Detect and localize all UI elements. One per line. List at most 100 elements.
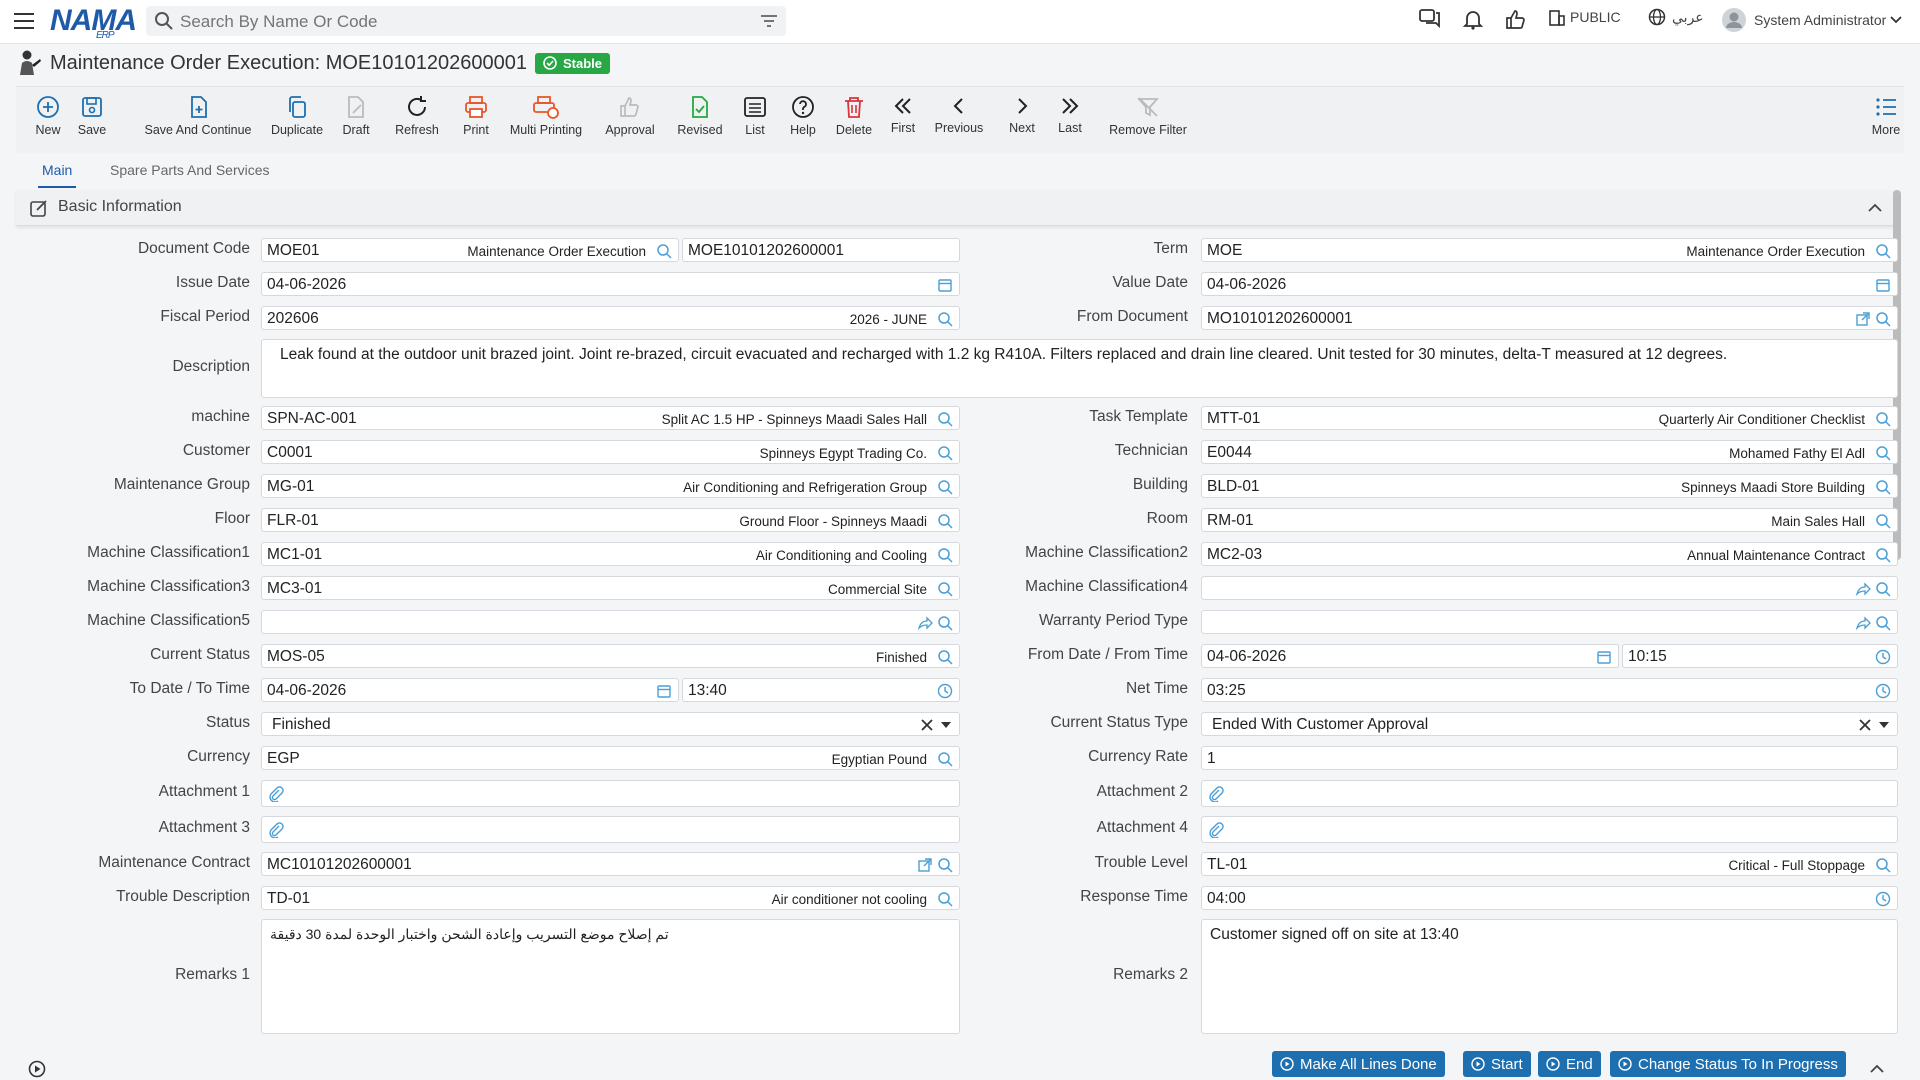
remarks2-textarea[interactable]: Customer signed off on site at 13:40 [1201,919,1898,1034]
visibility-selector[interactable]: PUBLIC [1548,8,1621,26]
remove-filter-button[interactable]: Remove Filter [1098,95,1198,137]
lookup-icon[interactable] [937,513,953,529]
task-template-field[interactable]: MTT-01 Quarterly Air Conditioner Checklis… [1201,406,1898,430]
revised-button[interactable]: Revised [662,95,738,137]
start-button[interactable]: Start [1463,1051,1531,1077]
attachment4-field[interactable] [1201,816,1898,843]
from-document-field[interactable]: MO10101202600001 [1201,306,1898,330]
machine-field[interactable]: SPN-AC-001 Split AC 1.5 HP - Spinneys Maa… [261,406,960,430]
delete-button[interactable]: Delete [824,95,884,137]
mc1-field[interactable]: MC1-01 Air Conditioning and Cooling [261,542,960,566]
clock-icon[interactable] [937,683,953,699]
lookup-icon[interactable] [937,547,953,563]
end-button[interactable]: End [1538,1051,1601,1077]
make-all-lines-done-button[interactable]: Make All Lines Done [1272,1051,1445,1077]
trouble-level-field[interactable]: TL-01 Critical - Full Stoppage [1201,852,1898,876]
document-code-field[interactable]: MOE01 Maintenance Order Execution [261,238,679,262]
menu-icon[interactable] [14,13,34,29]
share-icon[interactable] [1855,581,1871,597]
lookup-icon[interactable] [937,891,953,907]
lookup-icon[interactable] [937,411,953,427]
calendar-icon[interactable] [1596,649,1612,665]
share-icon[interactable] [917,615,933,631]
from-time-field[interactable]: 10:15 [1622,644,1898,668]
mc5-field[interactable] [261,610,960,634]
caret-down-icon[interactable] [1879,722,1889,728]
share-icon[interactable] [1855,615,1871,631]
paperclip-icon[interactable] [1208,822,1224,838]
to-time-field[interactable]: 13:40 [682,678,960,702]
room-field[interactable]: RM-01 Main Sales Hall [1201,508,1898,532]
floor-field[interactable]: FLR-01 Ground Floor - Spinneys Maadi [261,508,960,532]
remarks1-textarea[interactable]: تم إصلاح موضع التسريب وإعادة الشحن واختب… [261,919,960,1034]
lookup-icon[interactable] [1875,411,1891,427]
refresh-button[interactable]: Refresh [382,95,452,137]
paperclip-icon[interactable] [268,786,284,802]
mc2-field[interactable]: MC2-03 Annual Maintenance Contract [1201,542,1898,566]
description-textarea[interactable]: Leak found at the outdoor unit brazed jo… [261,339,1898,398]
building-field[interactable]: BLD-01 Spinneys Maadi Store Building [1201,474,1898,498]
calendar-icon[interactable] [656,683,672,699]
lookup-icon[interactable] [1875,243,1891,259]
notification-bell-icon[interactable] [1462,8,1484,30]
new-button[interactable]: New [28,95,68,137]
app-logo[interactable]: NAMA ERP [50,4,137,41]
lookup-icon[interactable] [937,311,953,327]
fiscal-period-field[interactable]: 202606 2026 - JUNE [261,306,960,330]
caret-down-icon[interactable] [941,722,951,728]
from-date-field[interactable]: 04-06-2026 [1201,644,1619,668]
lookup-icon[interactable] [937,857,953,873]
issue-date-field[interactable]: 04-06-2026 [261,272,960,296]
net-time-field[interactable]: 03:25 [1201,678,1898,702]
lookup-icon[interactable] [937,581,953,597]
current-status-field[interactable]: MOS-05 Finished [261,644,960,668]
clear-icon[interactable] [1859,719,1871,731]
lookup-icon[interactable] [1875,479,1891,495]
calendar-icon[interactable] [1875,277,1891,293]
status-select[interactable]: Finished [261,712,960,736]
attachment3-field[interactable] [261,816,960,843]
maintenance-group-field[interactable]: MG-01 Air Conditioning and Refrigeration … [261,474,960,498]
mc4-field[interactable] [1201,576,1898,600]
maintenance-contract-field[interactable]: MC10101202600001 [261,852,960,876]
chevron-up-icon[interactable] [1870,1064,1884,1073]
save-button[interactable]: Save [72,95,112,137]
tab-spare-parts[interactable]: Spare Parts And Services [110,162,270,178]
approval-button[interactable]: Approval [588,95,672,137]
help-button[interactable]: Help [778,95,828,137]
lookup-icon[interactable] [1875,581,1891,597]
language-selector[interactable]: عربي [1648,8,1704,26]
attachment1-field[interactable] [261,780,960,807]
to-date-field[interactable]: 04-06-2026 [261,678,679,702]
multi-printing-button[interactable]: Multi Printing [496,95,596,137]
previous-button[interactable]: Previous [926,95,992,135]
attachment2-field[interactable] [1201,780,1898,807]
list-button[interactable]: List [730,95,780,137]
term-field[interactable]: MOE Maintenance Order Execution [1201,238,1898,262]
lookup-icon[interactable] [1875,513,1891,529]
lookup-icon[interactable] [937,751,953,767]
lookup-icon[interactable] [656,243,672,259]
change-status-button[interactable]: Change Status To In Progress [1610,1051,1846,1077]
draft-button[interactable]: Draft [326,95,386,137]
lookup-icon[interactable] [937,479,953,495]
response-time-field[interactable]: 04:00 [1201,886,1898,910]
more-button[interactable]: More [1866,95,1906,137]
paperclip-icon[interactable] [1208,786,1224,802]
lookup-icon[interactable] [1875,615,1891,631]
chat-icon[interactable] [1418,8,1442,30]
user-menu[interactable]: System Administrator [1722,8,1902,32]
current-status-type-select[interactable]: Ended With Customer Approval [1201,712,1898,736]
clock-icon[interactable] [1875,683,1891,699]
lookup-icon[interactable] [1875,547,1891,563]
next-button[interactable]: Next [1002,95,1042,135]
external-link-icon[interactable] [1855,311,1871,327]
filter-icon[interactable] [760,13,778,29]
mc3-field[interactable]: MC3-01 Commercial Site [261,576,960,600]
trouble-description-field[interactable]: TD-01 Air conditioner not cooling [261,886,960,910]
chevron-up-icon[interactable] [1868,203,1882,212]
paperclip-icon[interactable] [268,822,284,838]
last-button[interactable]: Last [1050,95,1090,135]
value-date-field[interactable]: 04-06-2026 [1201,272,1898,296]
lookup-icon[interactable] [1875,311,1891,327]
